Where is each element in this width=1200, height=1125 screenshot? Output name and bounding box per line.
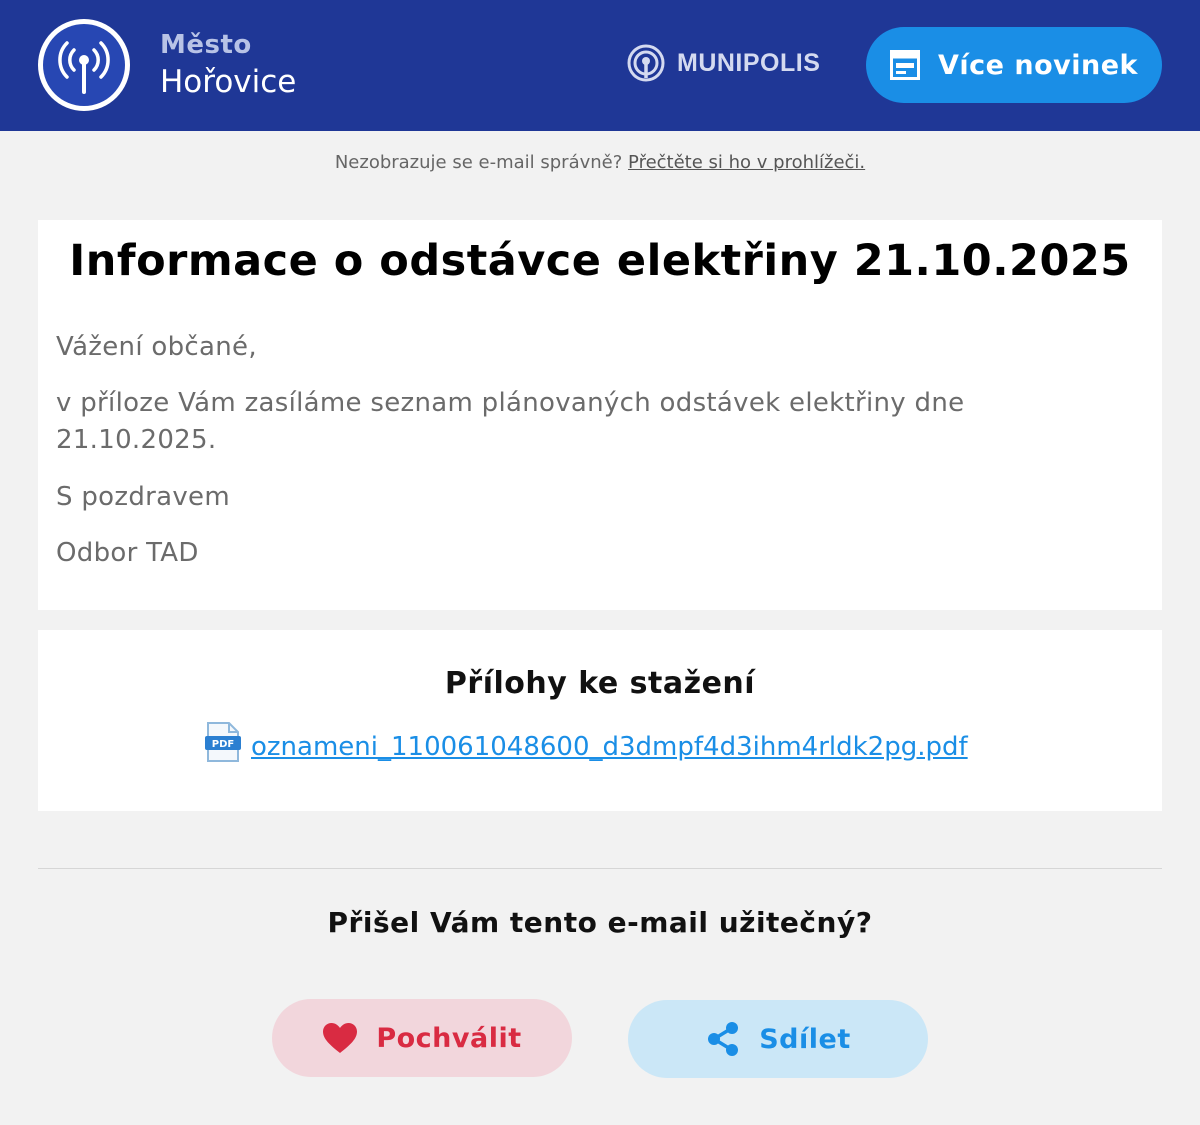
city-logo[interactable]: [38, 19, 130, 111]
article-body: v příloze Vám zasíláme seznam plánovanýc…: [56, 388, 965, 455]
praise-button[interactable]: Pochválit: [272, 999, 572, 1077]
share-label: Sdílet: [759, 1023, 851, 1055]
article-greeting: Vážení občané,: [56, 332, 257, 362]
munipolis-label: MUNIPOLIS: [677, 48, 821, 77]
attachments-card: Přílohy ke stažení PDF oznameni_11006104…: [38, 630, 1162, 811]
svg-text:PDF: PDF: [212, 739, 234, 750]
city-label: Město: [160, 30, 252, 60]
divider: [38, 868, 1162, 869]
pdf-icon: PDF: [205, 722, 241, 762]
newspaper-icon: [890, 50, 920, 80]
article-title: Informace o odstávce elektřiny 21.10.202…: [69, 236, 1131, 286]
article-signature: Odbor TAD: [56, 538, 199, 568]
article-closing: S pozdravem: [56, 482, 230, 512]
more-news-label: Více novinek: [938, 49, 1138, 81]
more-news-button[interactable]: Více novinek: [866, 27, 1162, 103]
broadcast-icon: [43, 24, 125, 106]
attachment-item[interactable]: PDF oznameni_110061048600_d3dmpf4d3ihm4r…: [205, 722, 968, 762]
munipolis-icon: [627, 44, 665, 82]
preheader: Nezobrazuje se e-mail správně? Přečtěte …: [0, 152, 1200, 173]
heart-icon: [323, 1023, 358, 1053]
attachment-link[interactable]: oznameni_110061048600_d3dmpf4d3ihm4rldk2…: [251, 732, 968, 762]
header: Město Hořovice MUNIPOLIS Více novinek: [0, 0, 1200, 131]
view-in-browser-link[interactable]: Přečtěte si ho v prohlížeči.: [628, 152, 865, 173]
attachments-title: Přílohy ke stažení: [444, 666, 756, 701]
munipolis-brand[interactable]: MUNIPOLIS: [627, 44, 821, 82]
share-button[interactable]: Sdílet: [628, 1000, 928, 1078]
preheader-text: Nezobrazuje se e-mail správně?: [334, 152, 623, 173]
share-icon: [708, 1022, 739, 1056]
city-name: Hořovice: [160, 64, 297, 100]
praise-label: Pochválit: [376, 1022, 522, 1054]
feedback-question: Přišel Vám tento e-mail užitečný?: [327, 906, 873, 939]
